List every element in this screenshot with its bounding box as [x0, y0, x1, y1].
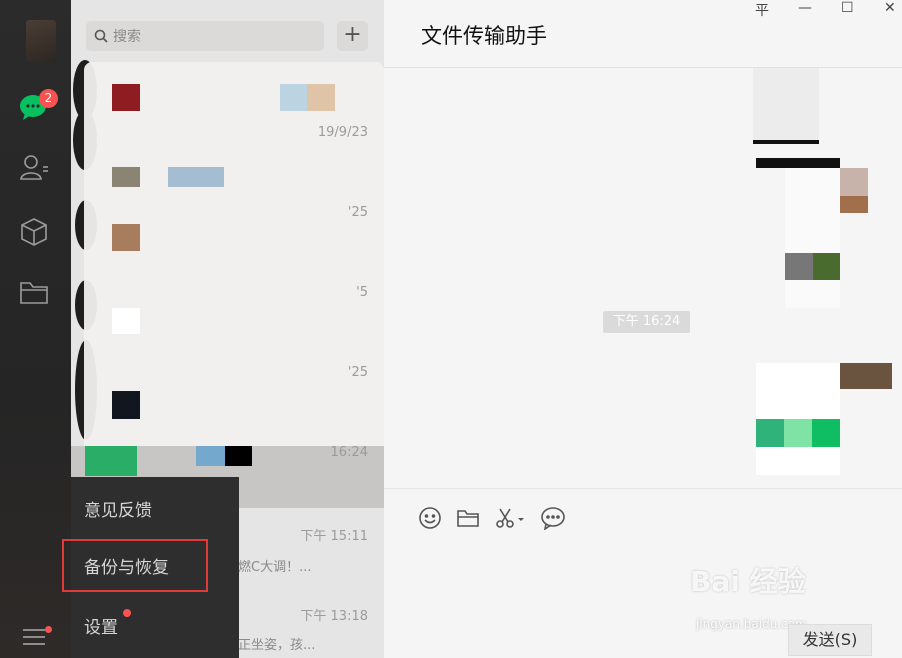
chat-snippet: 正坐姿，孩... — [238, 638, 316, 653]
blur-shape — [307, 84, 335, 111]
blur-shape — [840, 168, 868, 196]
list-item-avatar[interactable] — [112, 167, 140, 187]
highlight-box — [62, 539, 208, 592]
maximize-icon[interactable]: ☐ — [841, 0, 854, 16]
chat-title: 文件传输助手 — [421, 24, 547, 48]
left-nav: 2 — [0, 0, 71, 658]
blur-shape — [812, 419, 840, 447]
close-icon[interactable]: ✕ — [884, 0, 896, 16]
add-chat-button[interactable]: + — [337, 21, 368, 51]
search-placeholder: 搜索 — [113, 29, 141, 45]
menu-item-settings[interactable]: 设置 — [84, 613, 118, 638]
chat-history-icon[interactable] — [540, 506, 566, 534]
chat-time: 19/9/23 — [317, 125, 368, 140]
avatar[interactable] — [26, 20, 56, 62]
search-input[interactable]: 搜索 — [86, 21, 324, 51]
minimize-icon[interactable]: — — [798, 0, 812, 16]
contacts-icon[interactable] — [17, 150, 51, 184]
chat-snippet: 燃C大调！... — [238, 560, 312, 575]
send-button[interactable]: 发送(S) — [788, 624, 872, 656]
file-message[interactable] — [753, 68, 819, 144]
blur-shape — [280, 84, 307, 111]
menu-notification-dot — [45, 626, 52, 633]
blur-shape — [785, 253, 813, 280]
chat-time: '5 — [356, 285, 368, 300]
chat-time: 16:24 — [330, 445, 368, 460]
blur-shape — [756, 419, 784, 447]
pin-icon[interactable]: 平 — [755, 0, 769, 20]
mini-program-cube-icon[interactable] — [17, 215, 51, 249]
blur-shape — [756, 158, 840, 168]
blur-shape — [168, 167, 224, 187]
blur-shape — [196, 446, 225, 466]
wechat-window: 2 搜索 + 19/9/23 '25 '5 '25 16:24 下午 15:11… — [0, 0, 902, 658]
folder-icon[interactable] — [17, 275, 51, 309]
chat-time: '25 — [347, 205, 368, 220]
settings-notification-dot — [123, 609, 131, 617]
screenshot-scissors-icon[interactable] — [494, 506, 526, 534]
search-icon — [94, 29, 108, 43]
menu-item-feedback[interactable]: 意见反馈 — [84, 496, 152, 521]
emoji-icon[interactable] — [418, 506, 442, 534]
folder-send-icon[interactable] — [456, 506, 480, 534]
chat-time: '25 — [347, 365, 368, 380]
message-timestamp: 下午 16:24 — [603, 311, 690, 333]
blur-shape — [840, 196, 868, 213]
divider — [384, 67, 902, 68]
blur-shape — [840, 363, 892, 389]
list-item-avatar[interactable] — [112, 391, 140, 419]
list-item-avatar — [85, 446, 137, 476]
unread-badge: 2 — [39, 89, 58, 108]
chat-time: 下午 13:18 — [300, 609, 368, 624]
watermark-logo: Bai 经验 — [690, 565, 806, 598]
list-item-avatar[interactable] — [112, 308, 140, 334]
file-message[interactable] — [785, 168, 840, 308]
blur-shape — [784, 419, 812, 447]
chat-time: 下午 15:11 — [300, 529, 368, 544]
blur-shape — [813, 253, 840, 280]
menu-icon[interactable] — [17, 620, 51, 654]
list-item-avatar[interactable] — [112, 224, 140, 251]
blur-shape — [225, 446, 252, 466]
list-item-avatar[interactable] — [112, 84, 140, 111]
